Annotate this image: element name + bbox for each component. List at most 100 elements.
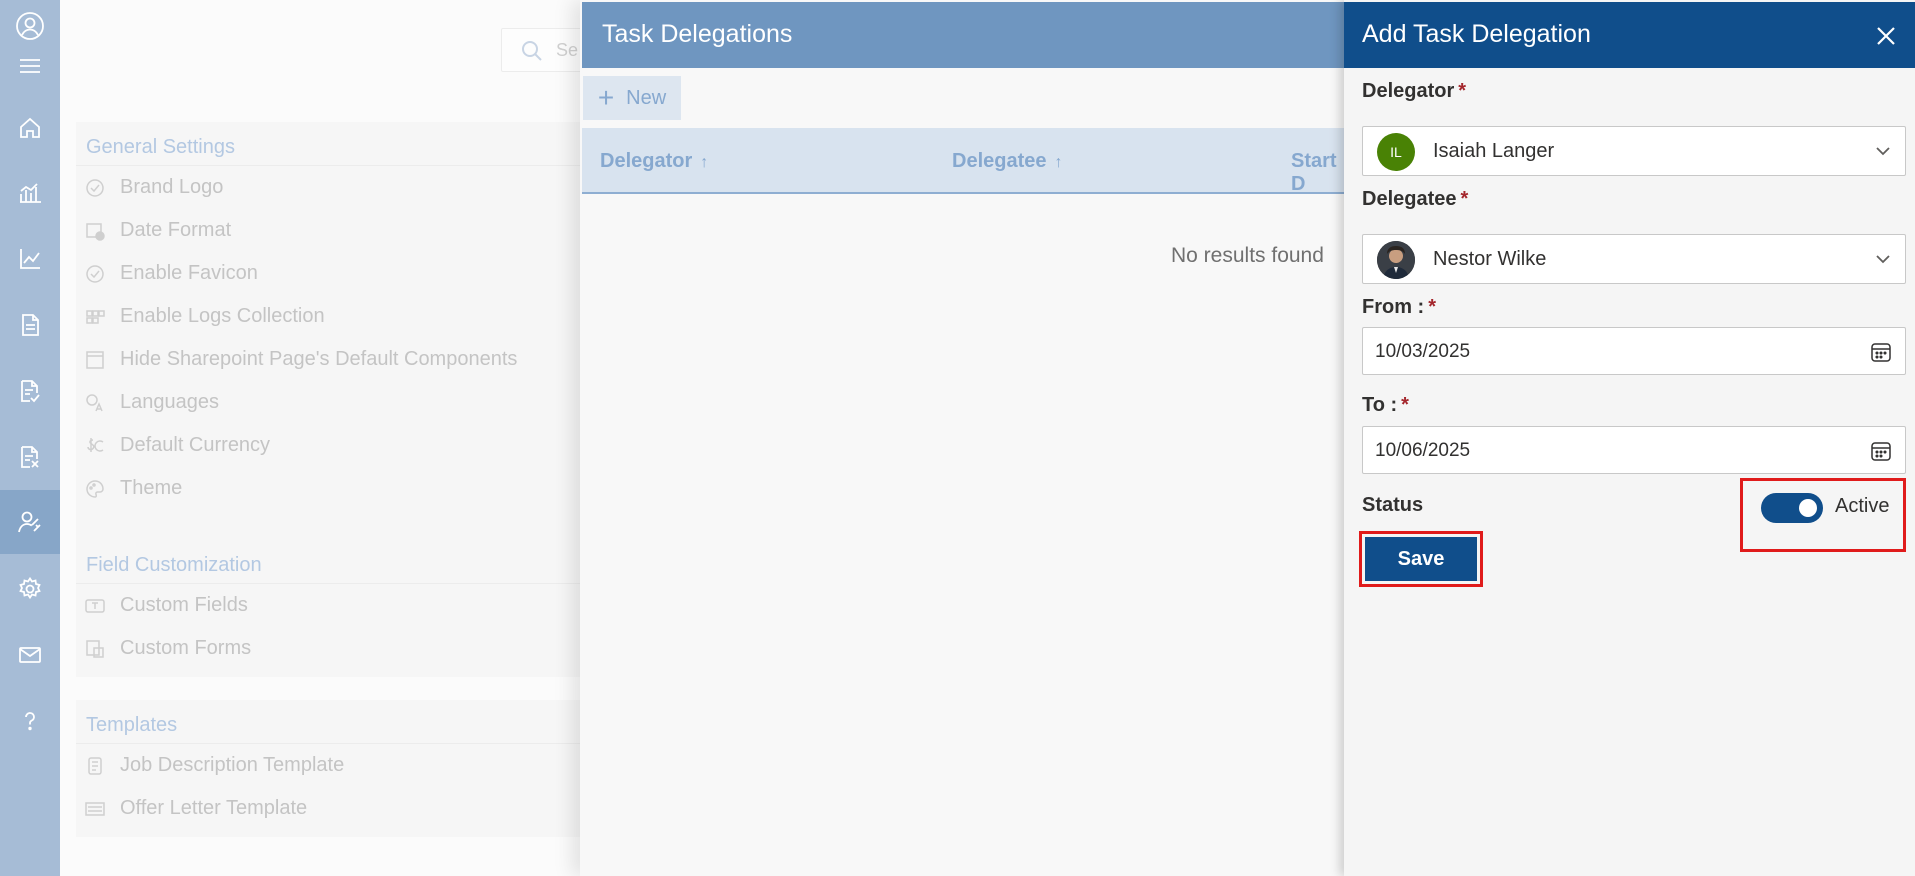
search-placeholder: Se [556,40,579,60]
column-header-delegatee[interactable]: Delegatee ↑ [952,150,1063,173]
home-icon[interactable] [0,106,60,150]
required-asterisk: * [1428,296,1437,318]
left-nav-rail [0,0,60,876]
setting-offer-letter-template[interactable]: Offer Letter Template [76,787,596,830]
label-text: To : [1362,394,1398,416]
setting-enable-favicon[interactable]: Enable Favicon [76,252,596,295]
document-check-icon[interactable] [0,369,60,413]
settings-gear-icon[interactable] [0,567,60,611]
setting-hide-sharepoint-components[interactable]: Hide Sharepoint Page's Default Component… [76,338,596,381]
column-header-delegator[interactable]: Delegator ↑ [600,150,708,173]
section-title-general-settings: General Settings [76,122,596,166]
setting-job-description-template[interactable]: Job Description Template [76,744,596,787]
task-delegations-title: Task Delegations [602,20,793,48]
delegatee-people-picker[interactable]: Nestor Wilke [1362,234,1906,284]
from-date-field[interactable]: 10/03/2025 [1362,327,1906,375]
setting-label: Custom Fields [120,594,248,616]
setting-label: Date Format [120,219,232,241]
calendar-clock-icon [84,220,106,242]
setting-custom-forms[interactable]: Custom Forms [76,627,596,670]
document-icon[interactable] [0,303,60,347]
sort-up-arrow-icon: ↑ [1054,154,1063,171]
flyout-header: Add Task Delegation [1344,2,1915,68]
toggle-knob [1799,499,1817,517]
from-label: From : * [1362,296,1436,319]
status-label: Status [1362,494,1424,516]
label-text: Delegator [1362,80,1455,102]
help-question-icon[interactable] [0,699,60,743]
grid-icon [84,306,106,328]
setting-label: Theme [120,477,183,499]
document-cancel-icon[interactable] [0,435,60,479]
bar-chart-icon[interactable] [0,171,60,215]
status-toggle-text: Active [1835,495,1890,517]
new-delegation-button[interactable]: + New [583,76,681,120]
badge-check-icon [84,263,106,285]
setting-label: Enable Logs Collection [120,305,325,327]
setting-label: Offer Letter Template [120,797,308,819]
setting-label: Default Currency [120,434,271,456]
delegator-label: Delegator * [1362,80,1466,103]
profile-icon[interactable] [0,4,60,48]
table-header: Delegator ↑ Delegatee ↑ Start D [582,128,1350,196]
letter-icon [84,798,106,820]
calendar-icon[interactable] [1869,340,1893,364]
to-date-value: 10/06/2025 [1375,440,1471,461]
delegation-person-icon[interactable] [0,490,60,554]
mail-icon[interactable] [0,633,60,677]
translate-icon [84,392,106,414]
column-header-start-date[interactable]: Start D [1291,150,1350,196]
from-date-value: 10/03/2025 [1375,341,1471,362]
label-text: From : [1362,296,1425,318]
flyout-title: Add Task Delegation [1362,20,1591,48]
setting-label: Languages [120,391,219,413]
badge-check-icon [84,177,106,199]
text-field-icon [84,595,106,617]
close-icon[interactable] [1872,22,1900,50]
setting-label: Job Description Template [120,754,345,776]
required-asterisk: * [1401,394,1409,416]
setting-date-format[interactable]: Date Format [76,209,596,252]
setting-brand-logo[interactable]: Brand Logo [76,166,596,209]
delegator-name: Isaiah Langer [1433,140,1555,162]
column-label: Start D [1291,150,1337,195]
delegatee-label: Delegatee * [1362,188,1468,211]
required-asterisk: * [1460,188,1469,210]
to-date-field[interactable]: 10/06/2025 [1362,426,1906,474]
setting-label: Brand Logo [120,176,224,198]
chevron-down-icon[interactable] [1873,249,1893,269]
calendar-icon[interactable] [1869,439,1893,463]
new-label: New [626,86,667,109]
settings-page: Se General Settings Brand Logo Date Form… [60,0,641,876]
task-delegations-panel: Task Delegations + New Delegator ↑ Delega… [580,0,1350,876]
setting-theme[interactable]: Theme [76,467,596,510]
setting-label: Enable Favicon [120,262,258,284]
status-toggle-highlight: Active [1740,478,1906,552]
templates-card: Templates Job Description Template Offer… [76,700,596,837]
avatar [1377,241,1415,279]
required-asterisk: * [1458,80,1467,102]
save-button-highlight: Save [1359,531,1483,587]
save-button[interactable]: Save [1365,537,1477,581]
to-label: To : * [1362,394,1409,417]
chevron-down-icon[interactable] [1873,141,1893,161]
section-title-field-customization: Field Customization [76,540,596,584]
status-toggle[interactable] [1761,493,1823,523]
setting-languages[interactable]: Languages [76,381,596,424]
line-chart-icon[interactable] [0,237,60,281]
hamburger-menu-icon[interactable] [0,44,60,88]
setting-custom-fields[interactable]: Custom Fields [76,584,596,627]
app-root: Se General Settings Brand Logo Date Form… [0,0,1915,876]
section-title-templates: Templates [76,700,596,744]
column-label: Delegatee [952,150,1047,172]
currency-icon [84,435,106,457]
avatar: IL [1377,133,1415,171]
window-icon [84,349,106,371]
sort-up-arrow-icon: ↑ [700,154,709,171]
delegator-people-picker[interactable]: IL Isaiah Langer [1362,126,1906,176]
empty-results-text: No results found [1171,244,1324,267]
delegatee-name: Nestor Wilke [1433,248,1547,270]
setting-enable-logs-collection[interactable]: Enable Logs Collection [76,295,596,338]
setting-default-currency[interactable]: Default Currency [76,424,596,467]
document-icon [84,755,106,777]
